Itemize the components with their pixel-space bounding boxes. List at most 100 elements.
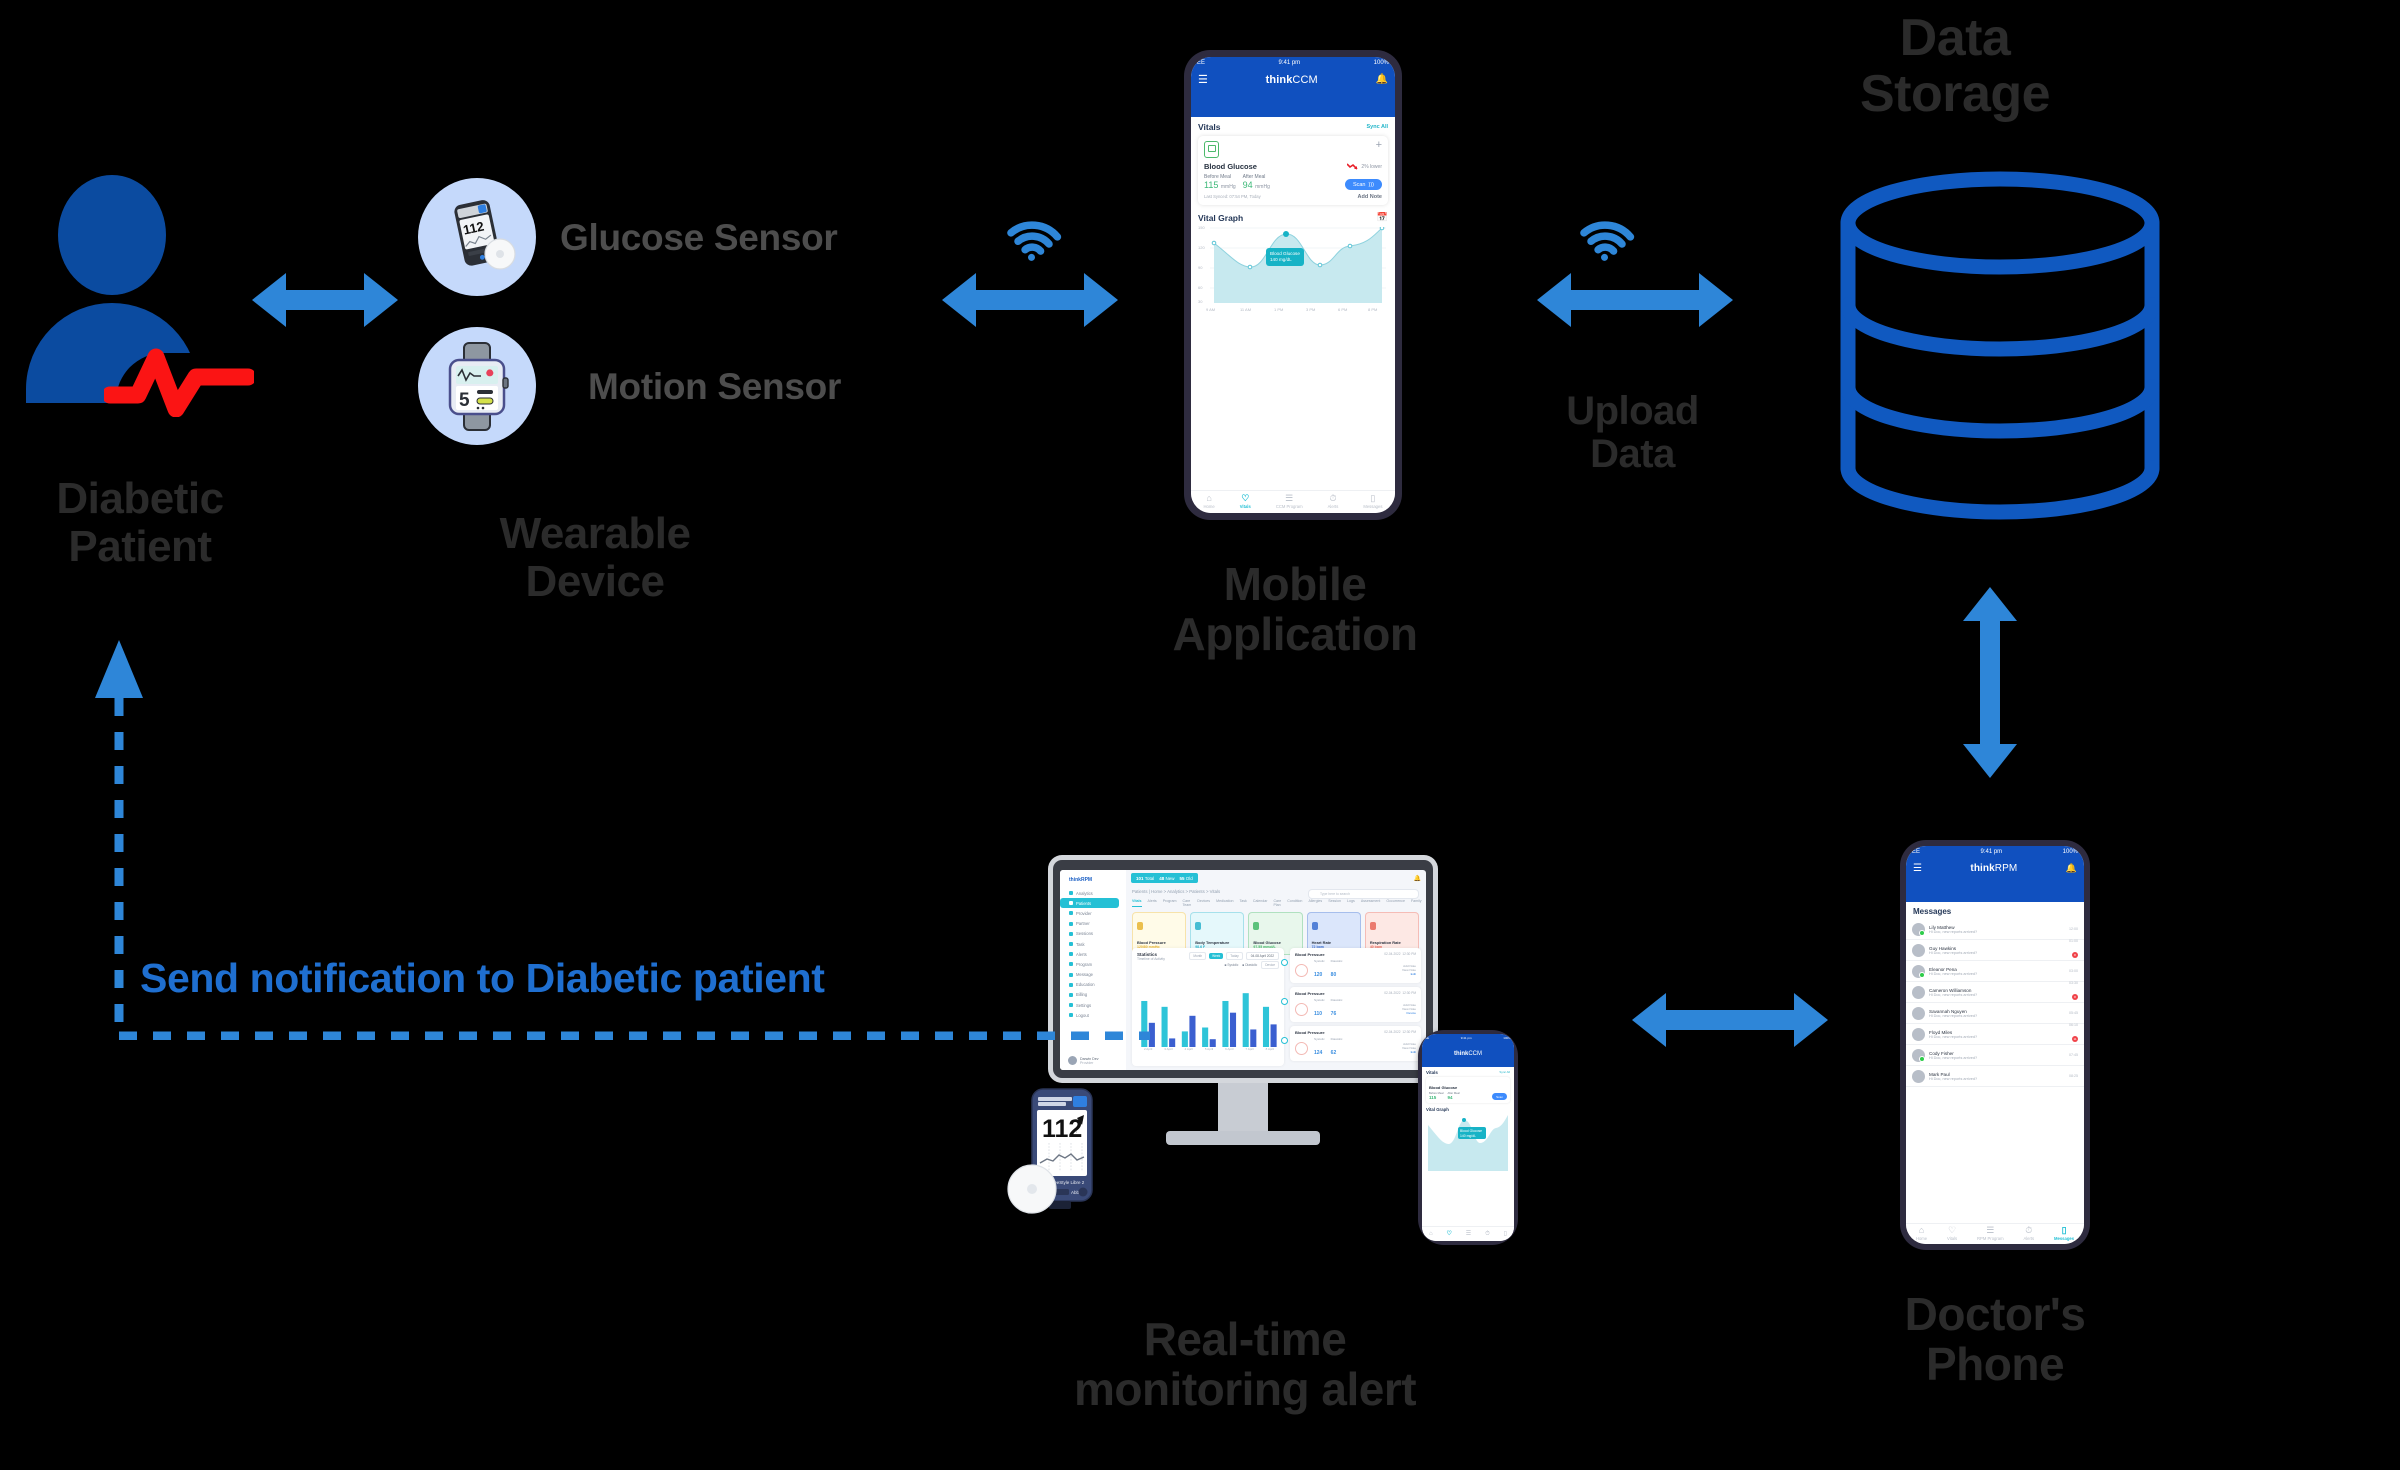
date-picker[interactable]: 04-08 April 2022 bbox=[1245, 952, 1279, 960]
heartbeat-pulse-icon bbox=[104, 348, 254, 417]
legend-systolic: ■ Systolic bbox=[1224, 963, 1239, 967]
blood-glucose-card[interactable]: + Blood Glucose 2% lower Before Meal 115 bbox=[1198, 136, 1388, 205]
heart-plus-icon: ♡ bbox=[1241, 492, 1250, 503]
tab-logs[interactable]: Logs bbox=[1347, 899, 1355, 907]
message-row[interactable]: Cameron Williamson Hi Doc, new reports ar… bbox=[1906, 981, 2084, 1003]
timeline-link[interactable]: Edit bbox=[1402, 972, 1416, 976]
search-input[interactable]: Type here to search bbox=[1308, 889, 1419, 899]
calendar-icon[interactable]: 📅 bbox=[1377, 212, 1388, 223]
timeline-date: 02-04-2022 bbox=[1384, 1030, 1401, 1034]
nav-item-ccm-program[interactable]: ☰ CCM Program bbox=[1276, 493, 1303, 511]
tab-task[interactable]: Task bbox=[1239, 899, 1246, 907]
message-row[interactable]: Mark Paul Hi Doc, new reports arrived? 08:… bbox=[1906, 1066, 2084, 1087]
tab-assessment[interactable]: Assessment bbox=[1361, 899, 1381, 907]
mini-scan-button[interactable]: Scan bbox=[1492, 1093, 1507, 1100]
sync-all-button[interactable]: Sync All bbox=[1367, 124, 1389, 130]
messages-list[interactable]: Lily Matthew Hi Doc, new reports arrived?… bbox=[1906, 919, 2084, 1087]
glucose-sensor-label: Glucose Sensor bbox=[560, 217, 838, 258]
nav-item-vitals[interactable]: ♡ Vitals bbox=[1240, 492, 1251, 511]
y-tick-60: 60 bbox=[1198, 285, 1203, 290]
dashboard-user[interactable]: Darwin Dev Provider bbox=[1068, 1056, 1099, 1065]
timeline-link[interactable]: Edit bbox=[1402, 1050, 1416, 1054]
mini-nav-program[interactable]: ☰ bbox=[1466, 1230, 1471, 1239]
tab-care-team[interactable]: Care Team bbox=[1183, 899, 1192, 907]
doctor-title-bold: think bbox=[1970, 863, 1995, 874]
mobile-application-phone[interactable]: EE 9:41 pm 100% ☰ thinkCCM 🔔 Vitals Sync… bbox=[1184, 50, 1402, 520]
message-row[interactable]: Guy Hawkins Hi Doc, new reports arrived? 0… bbox=[1906, 939, 2084, 961]
mini-sync-all[interactable]: Sync All bbox=[1499, 1070, 1510, 1075]
mini-nav-messages[interactable]: ▯ bbox=[1504, 1230, 1507, 1239]
doctor-status-battery: 100% bbox=[2062, 848, 2078, 855]
message-row[interactable]: Lily Matthew Hi Doc, new reports arrived?… bbox=[1906, 919, 2084, 940]
y-tick-150: 150 bbox=[1198, 225, 1205, 230]
timeline-time: 12:30 PM bbox=[1402, 991, 1416, 995]
tab-occurrence[interactable]: Occurrence bbox=[1386, 899, 1405, 907]
tab-allergies[interactable]: Allergies bbox=[1308, 899, 1322, 907]
bottom-navigation[interactable]: ⌂ Home ♡ Vitals ☰ CCM Program ⏱ Alerts ▯ Mess… bbox=[1191, 490, 1395, 513]
x-tick-2: 1 PM bbox=[1274, 307, 1284, 312]
mini-nav-home[interactable]: ⌂ bbox=[1429, 1230, 1433, 1239]
hamburger-icon[interactable]: ☰ bbox=[1913, 863, 1922, 874]
avatar bbox=[1068, 1056, 1077, 1065]
status-time: 9:41 pm bbox=[1278, 59, 1301, 66]
doctor-nav-messages[interactable]: ▯ Messages bbox=[2054, 1225, 2074, 1243]
tab-calendar[interactable]: Calendar bbox=[1253, 899, 1268, 907]
avatar bbox=[1912, 922, 1925, 936]
doctor-nav-alerts[interactable]: ⏱ Alerts bbox=[2023, 1225, 2034, 1243]
nav-item-home[interactable]: ⌂ Home bbox=[1204, 493, 1215, 511]
timeline-card[interactable]: Blood Pressure 02-04-2022 12:30 PM Systoli… bbox=[1281, 948, 1421, 983]
vital-graph-title: Vital Graph bbox=[1198, 212, 1244, 223]
notification-bell-icon[interactable]: 🔔 bbox=[1414, 875, 1421, 882]
after-meal-unit: mmHg bbox=[1255, 184, 1270, 190]
bar-diastolic-4 bbox=[1229, 1012, 1237, 1047]
doctor-nav-home[interactable]: ⌂ Home bbox=[1916, 1225, 1927, 1243]
doctors-phone[interactable]: EE 9:41 pm 100% ☰ thinkRPM 🔔 Messages Li… bbox=[1900, 840, 2090, 1250]
message-icon: ▯ bbox=[1370, 492, 1376, 503]
tab-medication[interactable]: Medication bbox=[1216, 899, 1233, 907]
x-tick-3: 3 PM bbox=[1306, 307, 1316, 312]
drop-icon bbox=[1295, 963, 1308, 977]
message-row[interactable]: Eleanor Pena Hi Doc, new reports arrived?… bbox=[1906, 961, 2084, 982]
mini-nav-vitals[interactable]: ♡ bbox=[1446, 1230, 1451, 1239]
plus-icon[interactable]: + bbox=[1376, 140, 1382, 151]
tab-program[interactable]: Program bbox=[1163, 899, 1177, 907]
tab-devices[interactable]: Devices bbox=[1197, 899, 1210, 907]
dashboard-topbar: 101 Total 48 New 55 Old 🔔 bbox=[1126, 870, 1426, 886]
monitoring-phone[interactable]: EE 9:41 pm 100% think CCM Vitals Sync All… bbox=[1418, 1030, 1518, 1245]
timeline-card[interactable]: Blood Pressure 02-04-2022 12:30 PM Systoli… bbox=[1281, 1026, 1421, 1061]
legend-diastolic: ■ Diastolic bbox=[1242, 963, 1258, 967]
scan-button[interactable]: Scan ))) bbox=[1344, 179, 1382, 190]
hamburger-icon[interactable]: ☰ bbox=[1198, 73, 1208, 86]
range-today[interactable]: Today bbox=[1226, 952, 1243, 960]
timeline-link[interactable]: Device bbox=[1402, 1011, 1416, 1015]
doctor-nav-rpm-program[interactable]: ☰ RPM Program bbox=[1977, 1225, 2004, 1243]
add-note-button[interactable]: Add Note bbox=[1358, 194, 1382, 200]
timeline-card[interactable]: Blood Pressure 02-04-2022 12:30 PM Systoli… bbox=[1281, 987, 1421, 1022]
tab-condition[interactable]: Condition bbox=[1287, 899, 1302, 907]
tab-care-plan[interactable]: Care Plan bbox=[1273, 899, 1281, 907]
x-tick-0: 9 AM bbox=[1206, 307, 1216, 312]
mini-bottom-nav[interactable]: ⌂ ♡ ☰ ⏱ ▯ bbox=[1422, 1226, 1514, 1241]
glucose-sensor-icon: 112 bbox=[418, 178, 536, 296]
bar-x-label: 5 April bbox=[1204, 1047, 1214, 1051]
nav-item-messages[interactable]: ▯ Messages bbox=[1363, 492, 1382, 511]
wifi-signal-icon-2 bbox=[1580, 221, 1635, 261]
mini-nav-alerts[interactable]: ⏱ bbox=[1485, 1230, 1490, 1239]
vitals-section-header: Vitals Sync All bbox=[1191, 117, 1395, 134]
range-week[interactable]: Week bbox=[1209, 953, 1224, 959]
doctor-nav-vitals[interactable]: ♡ Vitals bbox=[1947, 1225, 1957, 1243]
storage-label-line2: Storage bbox=[1859, 65, 2051, 124]
bell-icon[interactable]: 🔔 bbox=[1376, 74, 1388, 85]
nav-item-alerts[interactable]: ⏱ Alerts bbox=[1328, 493, 1339, 511]
drop-icon bbox=[1295, 1041, 1308, 1055]
tab-session[interactable]: Session bbox=[1328, 899, 1341, 907]
message-row[interactable]: Floyd Miles Hi Doc, new reports arrived? 0… bbox=[1906, 1023, 2084, 1045]
range-month[interactable]: Month bbox=[1189, 952, 1207, 960]
bell-icon[interactable]: 🔔 bbox=[2066, 863, 2077, 874]
message-row[interactable]: Cody Fisher Hi Doc, new reports arrived? 0… bbox=[1906, 1045, 2084, 1066]
timeline-title: Blood Pressure bbox=[1295, 1030, 1325, 1035]
device-filter[interactable]: Device bbox=[1261, 961, 1279, 969]
doctor-bottom-navigation[interactable]: ⌂ Home ♡ Vitals ☰ RPM Program ⏱ Alerts ▯ Mess… bbox=[1906, 1223, 2084, 1244]
tab-family[interactable]: Family bbox=[1411, 899, 1422, 907]
message-row[interactable]: Savannah Nguyen Hi Doc, new reports arriv… bbox=[1906, 1003, 2084, 1024]
